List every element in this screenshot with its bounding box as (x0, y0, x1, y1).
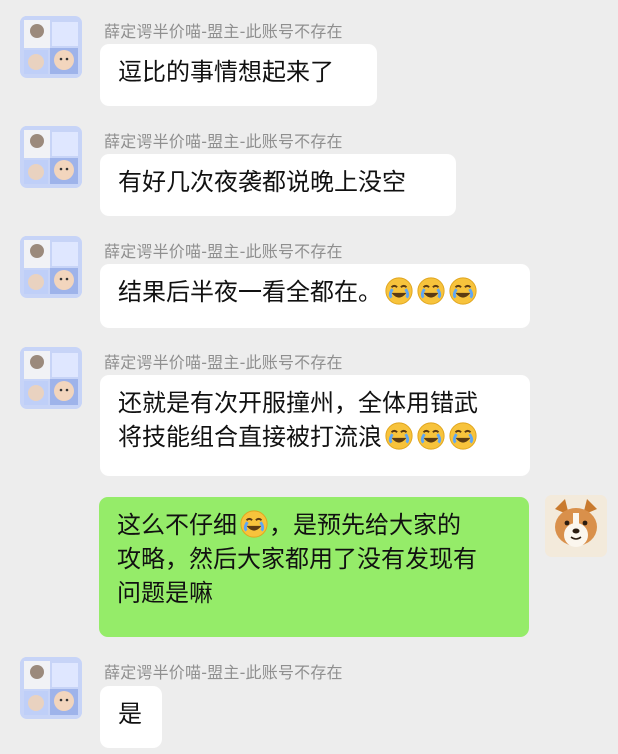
message-bubble[interactable]: 还就是有次开服撞州，全体用错武 将技能组合直接被打流浪 (100, 375, 530, 476)
message-text: 攻略，然后大家都用了没有发现有 (117, 545, 477, 573)
user-avatar[interactable] (20, 657, 82, 719)
message-line: 将技能组合直接被打流浪 (118, 420, 512, 454)
message-text: 逗比的事情想起来了 (118, 58, 334, 86)
own-avatar[interactable] (545, 495, 607, 557)
message-bubble[interactable]: 有好几次夜袭都说晚上没空 (100, 154, 456, 216)
user-avatar[interactable] (20, 16, 82, 78)
message-line: 结果后半夜一看全都在。 (118, 275, 512, 309)
child-photo-avatar-icon (20, 657, 82, 719)
cry-laugh-emoji-icon (416, 276, 446, 306)
message-text: 这么不仔细 (117, 511, 237, 539)
user-avatar[interactable] (20, 126, 82, 188)
child-photo-avatar-icon (20, 236, 82, 298)
message-text: 有好几次夜袭都说晚上没空 (118, 168, 406, 196)
user-avatar[interactable] (20, 347, 82, 409)
chat-window: 薛定谔半价喵-盟主-此账号不存在 逗比的事情想起来了 薛定谔半价喵-盟主-此账号… (0, 0, 618, 754)
cry-laugh-emoji-icon (448, 421, 478, 451)
message-bubble[interactable]: 是 (100, 686, 162, 748)
child-photo-avatar-icon (20, 347, 82, 409)
message-text: 还就是有次开服撞州，全体用错武 (118, 389, 478, 417)
user-avatar[interactable] (20, 236, 82, 298)
child-photo-avatar-icon (20, 126, 82, 188)
cry-laugh-emoji-icon (448, 276, 478, 306)
message-text: ，是预先给大家的 (269, 511, 461, 539)
message-bubble[interactable]: 逗比的事情想起来了 (100, 44, 377, 106)
sender-nickname: 薛定谔半价喵-盟主-此账号不存在 (104, 242, 343, 261)
corgi-dog-avatar-icon (545, 495, 607, 557)
child-photo-avatar-icon (20, 16, 82, 78)
message-bubble[interactable]: 结果后半夜一看全都在。 (100, 264, 530, 328)
cry-laugh-emoji-icon (416, 421, 446, 451)
cry-laugh-emoji-icon (384, 276, 414, 306)
message-text: 结果后半夜一看全都在。 (118, 278, 382, 306)
message-line: 这么不仔细 ，是预先给大家的 (117, 508, 511, 542)
own-message-bubble[interactable]: 这么不仔细 ，是预先给大家的 攻略，然后大家都用了没有发现有 问题是嘛 (99, 497, 529, 637)
message-text: 是 (118, 700, 142, 728)
cry-laugh-emoji-icon (239, 509, 269, 539)
sender-nickname: 薛定谔半价喵-盟主-此账号不存在 (104, 353, 343, 372)
sender-nickname: 薛定谔半价喵-盟主-此账号不存在 (104, 663, 343, 682)
cry-laugh-emoji-icon (384, 421, 414, 451)
message-text: 将技能组合直接被打流浪 (118, 423, 382, 451)
sender-nickname: 薛定谔半价喵-盟主-此账号不存在 (104, 22, 343, 41)
message-text: 问题是嘛 (117, 579, 213, 607)
sender-nickname: 薛定谔半价喵-盟主-此账号不存在 (104, 132, 343, 151)
